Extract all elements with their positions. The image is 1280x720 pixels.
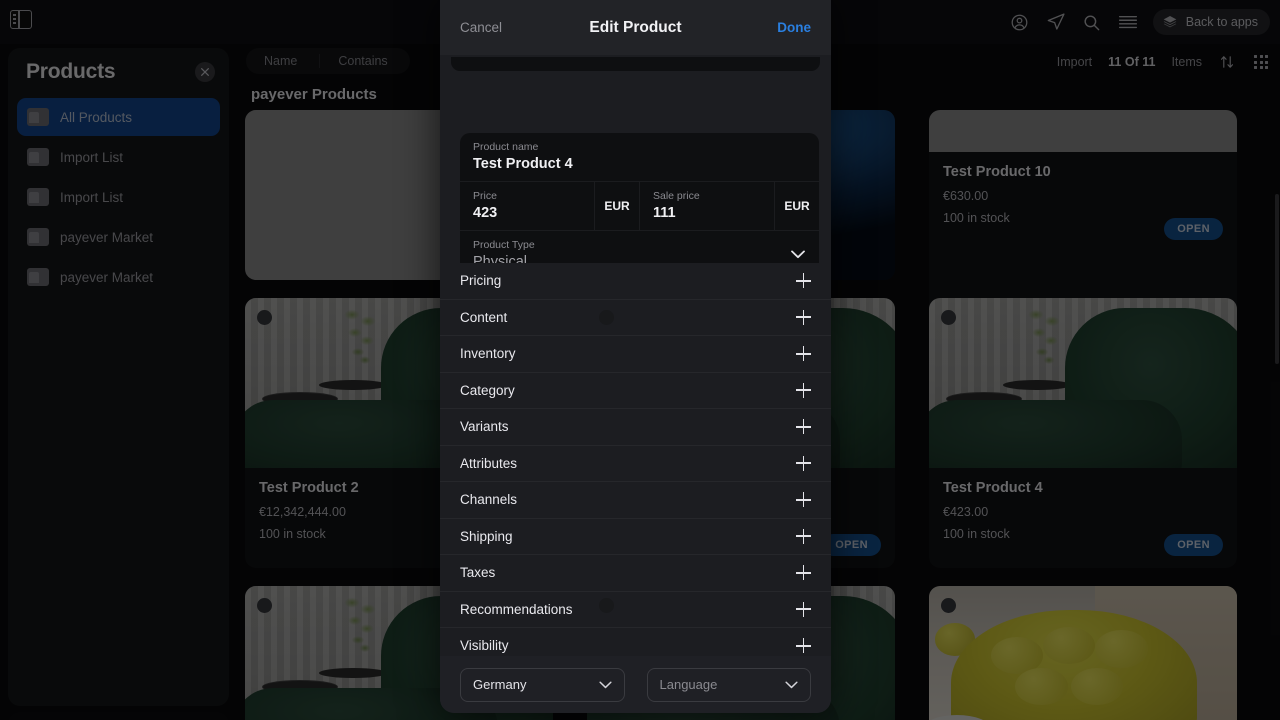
accordion-label: Variants [460, 419, 509, 435]
plus-icon[interactable] [796, 565, 811, 581]
accordion-row-category[interactable]: Category [440, 372, 831, 409]
price-field[interactable]: Price 423 [460, 182, 594, 230]
accordion-label: Shipping [460, 528, 513, 544]
accordion-label: Recommendations [460, 601, 573, 617]
plus-icon[interactable] [796, 309, 811, 325]
plus-icon[interactable] [796, 455, 811, 471]
modal-footer: Germany Language [440, 656, 831, 713]
price-currency[interactable]: EUR [595, 182, 639, 230]
modal-header: Cancel Edit Product Done [440, 0, 831, 55]
plus-icon[interactable] [796, 382, 811, 398]
edit-product-modal: Cancel Edit Product Done Product name Te… [440, 0, 831, 713]
plus-icon[interactable] [796, 601, 811, 617]
plus-icon[interactable] [796, 528, 811, 544]
accordion-row-channels[interactable]: Channels [440, 482, 831, 519]
accordion-label: Visibility [460, 638, 509, 654]
chevron-down-icon [598, 676, 612, 694]
language-select[interactable]: Language [646, 667, 811, 702]
accordion-row-content[interactable]: Content [440, 299, 831, 336]
accordion-row-inventory[interactable]: Inventory [440, 336, 831, 373]
section-accordion-list: Pricing Content Inventory Category Varia… [440, 263, 831, 701]
select-dot[interactable] [257, 310, 272, 325]
plus-icon[interactable] [796, 419, 811, 435]
plus-icon[interactable] [796, 273, 811, 289]
accordion-label: Channels [460, 492, 518, 508]
product-fields-card: Product name Test Product 4 Price 423 EU… [460, 133, 819, 279]
sale-price-label: Sale price [653, 190, 700, 202]
price-label: Price [473, 190, 497, 202]
partially-scrolled-field [451, 57, 820, 71]
select-dot[interactable] [599, 310, 614, 325]
accordion-row-recommendations[interactable]: Recommendations [440, 591, 831, 628]
chevron-down-icon [785, 676, 798, 694]
sale-price-value: 111 [653, 205, 676, 221]
select-dot[interactable] [941, 598, 956, 613]
accordion-row-shipping[interactable]: Shipping [440, 518, 831, 555]
accordion-row-pricing[interactable]: Pricing [440, 263, 831, 300]
accordion-label: Content [460, 309, 508, 325]
accordion-row-taxes[interactable]: Taxes [440, 555, 831, 592]
accordion-label: Category [460, 382, 515, 398]
modal-scroll-area[interactable]: Product name Test Product 4 Price 423 EU… [440, 55, 831, 713]
language-placeholder: Language [659, 677, 718, 692]
cancel-button[interactable]: Cancel [460, 20, 502, 35]
plus-icon[interactable] [796, 346, 811, 362]
done-button[interactable]: Done [777, 20, 811, 35]
product-name-value: Test Product 4 [473, 156, 573, 172]
price-row: Price 423 EUR Sale price 111 EUR [460, 182, 819, 230]
select-dot[interactable] [941, 310, 956, 325]
country-value: Germany [473, 677, 527, 692]
plus-icon[interactable] [796, 638, 811, 654]
accordion-label: Taxes [460, 565, 496, 581]
sale-price-field[interactable]: Sale price 111 [640, 182, 774, 230]
accordion-label: Pricing [460, 273, 502, 289]
product-type-label: Product Type [473, 239, 535, 251]
plus-icon[interactable] [796, 492, 811, 508]
accordion-label: Inventory [460, 346, 516, 362]
app-root: Back to apps Products All Products [0, 0, 1280, 720]
product-name-field[interactable]: Product name Test Product 4 [460, 133, 819, 181]
country-select[interactable]: Germany [460, 667, 625, 702]
product-name-label: Product name [473, 141, 539, 153]
sale-price-currency[interactable]: EUR [775, 182, 819, 230]
accordion-row-attributes[interactable]: Attributes [440, 445, 831, 482]
accordion-row-variants[interactable]: Variants [440, 409, 831, 446]
chevron-down-icon[interactable] [791, 246, 805, 264]
price-value: 423 [473, 205, 498, 221]
select-dot[interactable] [599, 598, 614, 613]
select-dot[interactable] [257, 598, 272, 613]
accordion-label: Attributes [460, 455, 518, 471]
